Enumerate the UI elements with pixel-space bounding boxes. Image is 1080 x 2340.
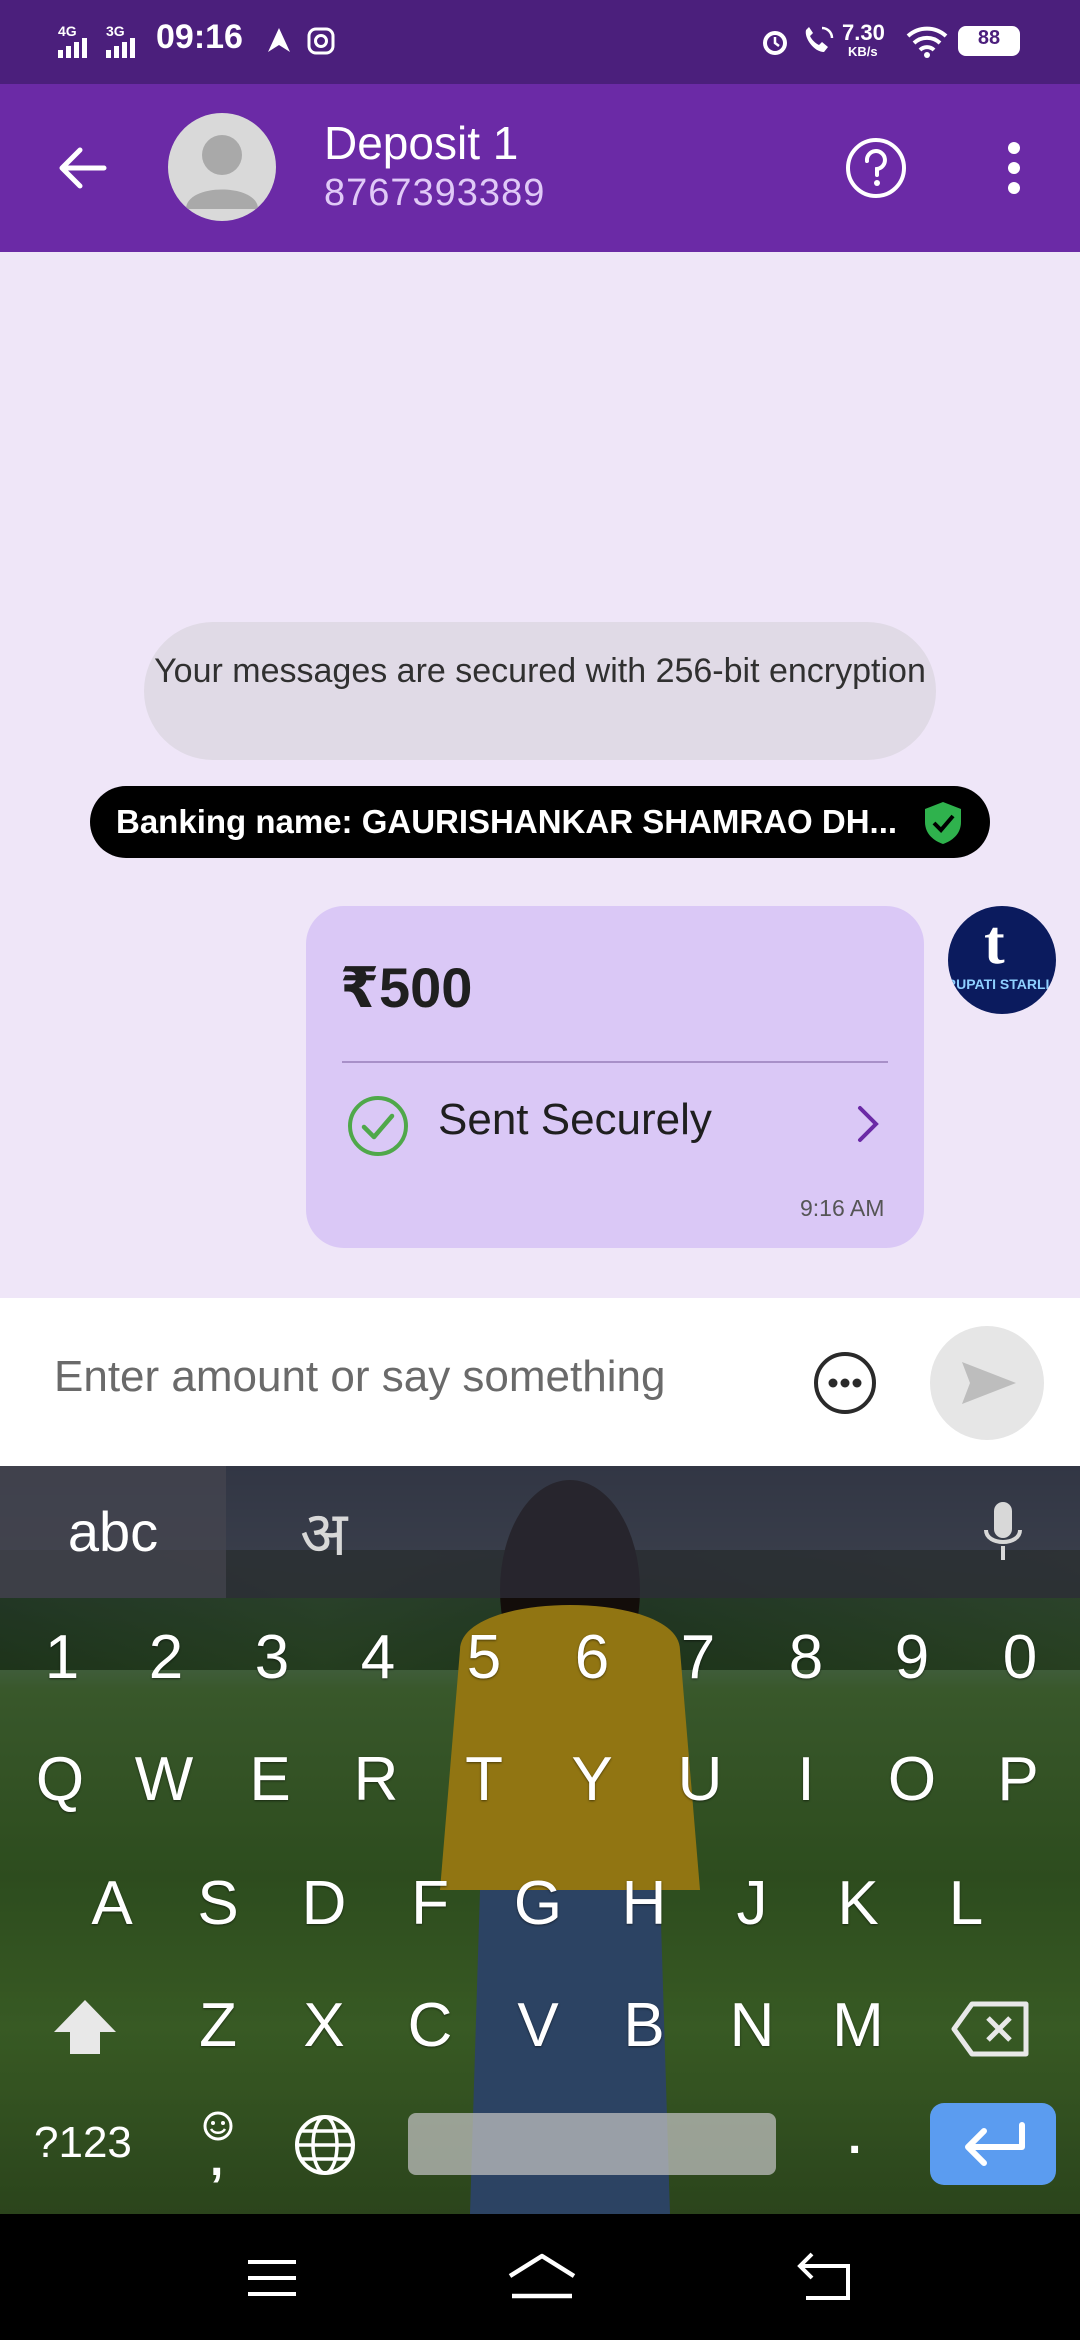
status-bar: 4G 3G 09:16 7.30 KB/s 88	[0, 0, 1080, 84]
key-j[interactable]: J	[702, 1868, 802, 1939]
keyboard-tab-hindi[interactable]: अ	[300, 1490, 347, 1574]
status-time: 09:16	[156, 18, 243, 56]
key-1[interactable]: 1	[12, 1622, 112, 1693]
encryption-notice: Your messages are secured with 256-bit e…	[144, 622, 936, 760]
key-h[interactable]: H	[594, 1868, 694, 1939]
shift-icon[interactable]	[50, 1996, 120, 2058]
key-y[interactable]: Y	[542, 1744, 642, 1815]
key-f[interactable]: F	[380, 1868, 480, 1939]
send-icon	[962, 1362, 1016, 1404]
key-d[interactable]: D	[274, 1868, 374, 1939]
alarm-icon	[763, 31, 787, 55]
key-0[interactable]: 0	[970, 1622, 1070, 1693]
key-8[interactable]: 8	[756, 1622, 856, 1693]
key-e[interactable]: E	[220, 1744, 320, 1815]
battery-level: 88	[977, 27, 1001, 49]
instagram-icon	[307, 27, 335, 55]
key-4[interactable]: 4	[328, 1622, 428, 1693]
payee-logo-text: RUPATI STARLI	[948, 976, 1050, 992]
menu-icon[interactable]	[244, 2256, 300, 2300]
svg-text:3G: 3G	[106, 24, 125, 39]
avatar[interactable]	[168, 113, 276, 221]
wifi-icon	[906, 26, 948, 58]
key-v[interactable]: V	[488, 1990, 588, 2061]
payee-logo-letter: t	[984, 909, 1005, 977]
key-symbols[interactable]: ?123	[34, 2118, 132, 2168]
key-z[interactable]: Z	[168, 1990, 268, 2061]
key-m[interactable]: M	[808, 1990, 908, 2061]
more-actions-icon[interactable]	[812, 1350, 878, 1416]
key-b[interactable]: B	[594, 1990, 694, 2061]
key-9[interactable]: 9	[862, 1622, 962, 1693]
home-icon[interactable]	[504, 2248, 580, 2304]
help-icon[interactable]	[844, 136, 908, 200]
keyboard-tab-abc[interactable]: abc	[0, 1466, 226, 1598]
key-a[interactable]: A	[62, 1868, 162, 1939]
key-q[interactable]: Q	[10, 1744, 110, 1815]
key-x[interactable]: X	[274, 1990, 374, 2061]
svg-text:4G: 4G	[58, 24, 77, 39]
microphone-icon[interactable]	[980, 1500, 1026, 1566]
space-bar[interactable]	[408, 2113, 776, 2175]
payment-amount: ₹500	[340, 956, 473, 1019]
key-3[interactable]: 3	[222, 1622, 322, 1693]
key-i[interactable]: I	[756, 1744, 856, 1815]
key-comma[interactable]: ,	[210, 2132, 223, 2187]
key-o[interactable]: O	[862, 1744, 962, 1815]
network-speed-unit: KB/s	[848, 44, 878, 59]
message-time: 9:16 AM	[800, 1195, 885, 1221]
key-7[interactable]: 7	[648, 1622, 748, 1693]
key-5[interactable]: 5	[434, 1622, 534, 1693]
chevron-right-icon[interactable]	[856, 1104, 880, 1144]
key-k[interactable]: K	[808, 1868, 908, 1939]
key-w[interactable]: W	[114, 1744, 214, 1815]
enter-icon	[965, 2122, 1025, 2166]
app-header	[0, 84, 1080, 252]
bubble-divider	[342, 1061, 888, 1063]
key-l[interactable]: L	[916, 1868, 1016, 1939]
message-input[interactable]	[54, 1352, 754, 1402]
verified-shield-icon	[925, 802, 961, 844]
key-6[interactable]: 6	[542, 1622, 642, 1693]
network-speed: 7.30	[842, 20, 885, 45]
key-n[interactable]: N	[702, 1990, 802, 2061]
back-nav-icon[interactable]	[796, 2250, 854, 2304]
contact-number: 8767393389	[324, 172, 546, 214]
key-u[interactable]: U	[650, 1744, 750, 1815]
key-p[interactable]: P	[968, 1744, 1068, 1815]
key-g[interactable]: G	[488, 1868, 588, 1939]
globe-icon[interactable]	[292, 2112, 358, 2178]
signal-icon: 4G 3G	[58, 24, 135, 58]
payee-logo: t RUPATI STARLI	[948, 906, 1056, 1014]
key-period[interactable]: .	[848, 2110, 861, 2165]
key-c[interactable]: C	[380, 1990, 480, 2061]
battery-icon: 88	[958, 26, 1020, 56]
backspace-icon[interactable]	[950, 2000, 1032, 2058]
back-arrow-icon[interactable]	[52, 140, 112, 196]
more-options-icon[interactable]	[1000, 140, 1028, 196]
person-icon	[186, 135, 258, 209]
key-s[interactable]: S	[168, 1868, 268, 1939]
key-r[interactable]: R	[326, 1744, 426, 1815]
contact-name: Deposit 1	[324, 117, 519, 169]
banking-name-badge: Banking name: GAURISHANKAR SHAMRAO DH...	[90, 786, 990, 858]
check-circle-icon	[348, 1096, 408, 1156]
payment-status: Sent Securely	[438, 1095, 712, 1144]
send-button[interactable]	[930, 1326, 1044, 1440]
banking-name-text: Banking name: GAURISHANKAR SHAMRAO DH...	[116, 803, 898, 840]
key-2[interactable]: 2	[116, 1622, 216, 1693]
wifi-calling-icon	[805, 26, 834, 52]
nav-arrow-icon	[268, 28, 290, 52]
enter-key[interactable]	[930, 2103, 1056, 2185]
key-t[interactable]: T	[434, 1744, 534, 1815]
